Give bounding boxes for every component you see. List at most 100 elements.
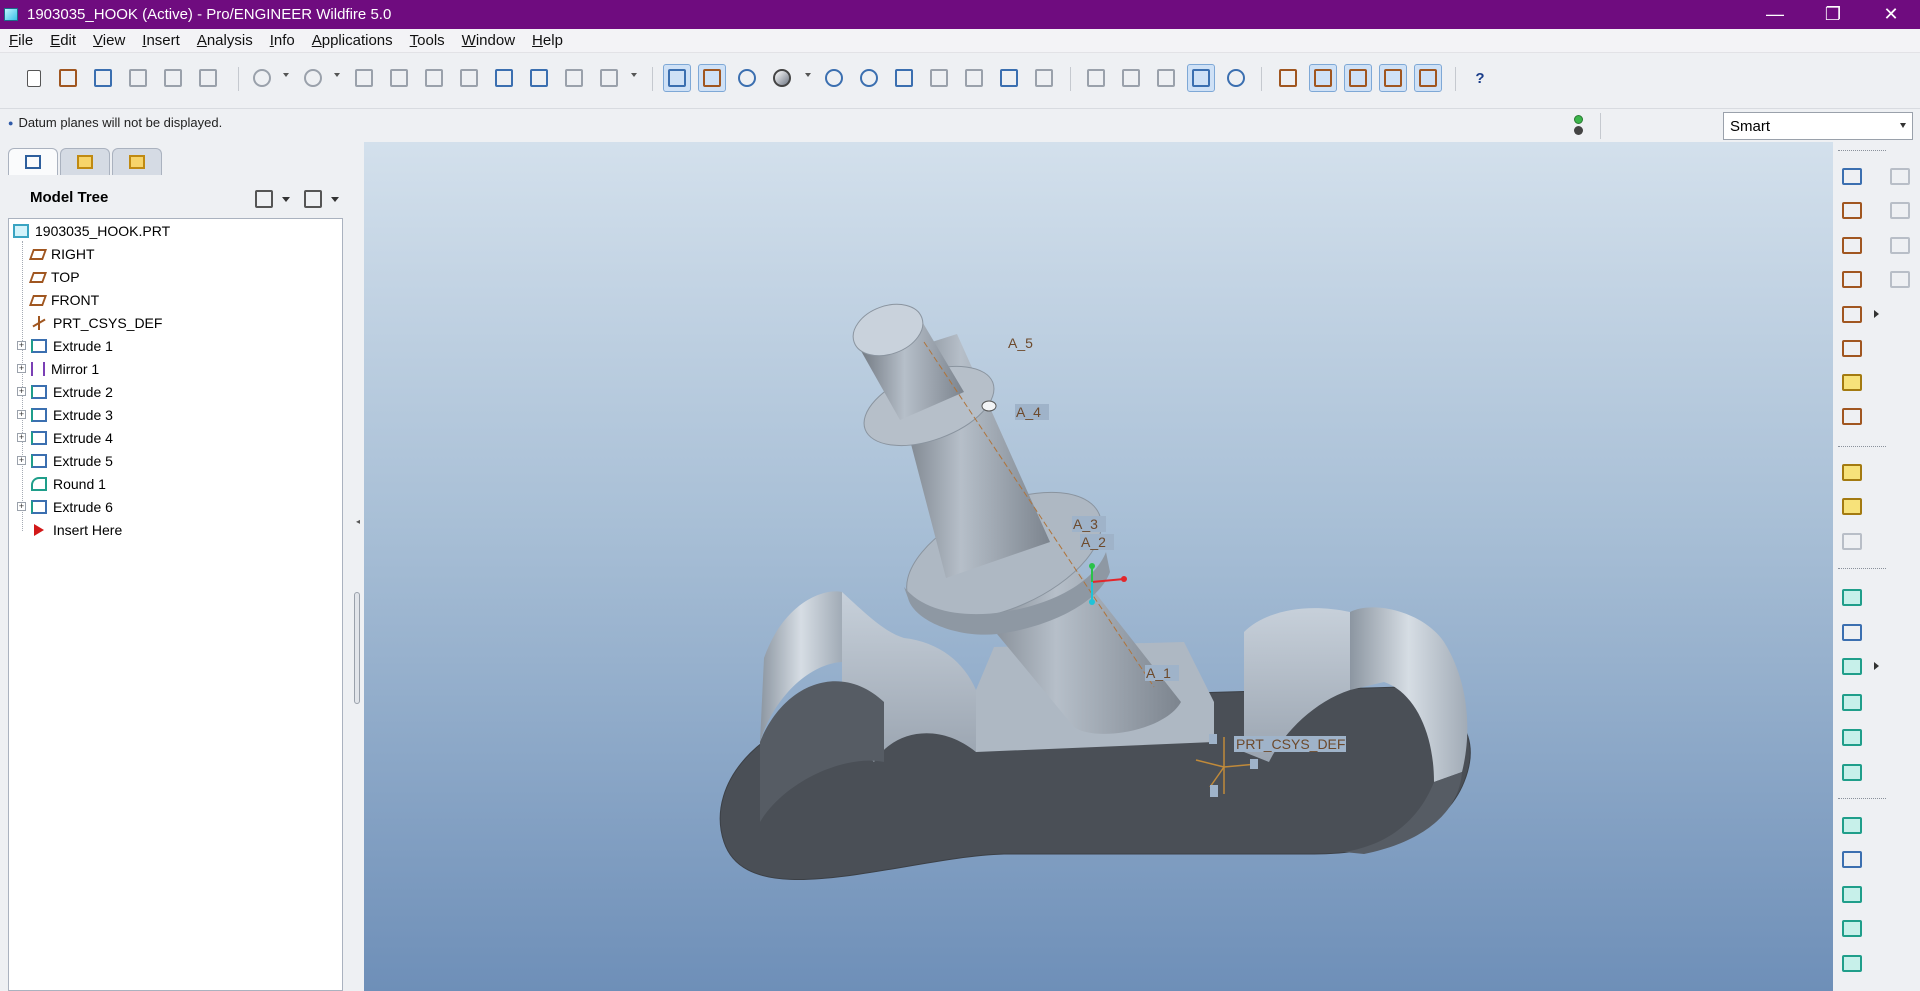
shrinkwrap-button[interactable]	[1838, 402, 1866, 430]
menu-analysis[interactable]: Analysis	[188, 32, 261, 49]
tree-item[interactable]: + Extrude 5	[17, 450, 113, 472]
tree-item[interactable]: Insert Here	[31, 519, 122, 541]
shell-tool-button[interactable]	[1838, 618, 1866, 646]
tree-item[interactable]: FRONT	[28, 289, 99, 311]
tree-settings-button[interactable]	[255, 190, 273, 208]
tree-show-dropdown-icon[interactable]	[331, 197, 339, 202]
panel-splitter[interactable]: ◂	[352, 142, 364, 991]
no-hidden-button[interactable]	[1152, 64, 1180, 92]
regenerate-button[interactable]	[490, 64, 518, 92]
saved-views-button[interactable]	[960, 64, 988, 92]
find-button[interactable]	[560, 64, 588, 92]
menu-edit[interactable]: Edit	[41, 32, 84, 49]
display-style-dropdown-icon[interactable]	[805, 73, 811, 77]
selection-filter-dropdown[interactable]: Smart	[1723, 112, 1913, 140]
zoom-out-button[interactable]	[855, 64, 883, 92]
collapse-handle-icon[interactable]: ◂	[356, 517, 360, 526]
tree-item[interactable]: Round 1	[31, 473, 106, 495]
tree-item[interactable]: + Extrude 1	[17, 335, 113, 357]
splitter-grip[interactable]	[354, 592, 360, 704]
datum-points-toggle[interactable]	[1344, 64, 1372, 92]
copy-geom-button[interactable]	[1838, 492, 1866, 520]
rib-tool-button[interactable]	[1838, 652, 1866, 680]
close-button[interactable]: ✕	[1862, 0, 1920, 29]
hole-tool-button[interactable]	[1838, 583, 1866, 611]
datum-point-button[interactable]	[1838, 300, 1866, 328]
menu-applications[interactable]: Applications	[303, 32, 401, 49]
rib-flyout-icon[interactable]	[1874, 662, 1879, 670]
zoom-in-button[interactable]	[820, 64, 848, 92]
minimize-button[interactable]: —	[1746, 0, 1804, 29]
view-manager-button[interactable]	[1030, 64, 1058, 92]
csys-label[interactable]: PRT_CSYS_DEF	[1236, 736, 1345, 752]
copy-button[interactable]	[385, 64, 413, 92]
paste-special-button[interactable]	[455, 64, 483, 92]
datum-plane-button[interactable]	[1838, 196, 1866, 224]
menu-tools[interactable]: Tools	[401, 32, 453, 49]
restore-button[interactable]: ❐	[1804, 0, 1862, 29]
round-tool-button[interactable]	[1838, 723, 1866, 751]
tree-root-item[interactable]: 1903035_HOOK.PRT	[13, 220, 170, 242]
csys-tool-button[interactable]	[1838, 334, 1866, 362]
menu-window[interactable]: Window	[453, 32, 523, 49]
style-tool-button[interactable]	[1838, 949, 1866, 977]
shading-button[interactable]	[1187, 64, 1215, 92]
tree-item[interactable]: PRT_CSYS_DEF	[31, 312, 162, 334]
menu-help[interactable]: Help	[523, 32, 571, 49]
tree-item[interactable]: + Extrude 4	[17, 427, 113, 449]
axis-label-a1[interactable]: A_1	[1146, 665, 1171, 681]
sweep-blend-button[interactable]	[1838, 880, 1866, 908]
print-button[interactable]	[124, 64, 152, 92]
tree-item[interactable]: TOP	[28, 266, 80, 288]
send-mail-button[interactable]	[159, 64, 187, 92]
datum-curve-button[interactable]	[1838, 265, 1866, 293]
undo-button[interactable]	[248, 64, 276, 92]
graphics-window[interactable]: A_5 A_4 A_3 A_2 A_1 PRT_CSYS_DEF	[364, 142, 1833, 991]
expand-toggle-icon[interactable]: +	[17, 387, 26, 396]
tree-show-button[interactable]	[304, 190, 322, 208]
revolve-tool-button[interactable]	[1838, 845, 1866, 873]
datum-axis-button[interactable]	[1838, 231, 1866, 259]
context-help-button[interactable]: ?	[1466, 64, 1494, 92]
boundary-blend-button[interactable]	[1838, 914, 1866, 942]
tree-item[interactable]: RIGHT	[28, 243, 95, 265]
csys-toggle[interactable]	[1379, 64, 1407, 92]
extrude-tool-button[interactable]	[1838, 811, 1866, 839]
tree-item[interactable]: + Extrude 3	[17, 404, 113, 426]
tree-item[interactable]: + Extrude 2	[17, 381, 113, 403]
regen-manager-button[interactable]	[525, 64, 553, 92]
tree-item[interactable]: + Extrude 6	[17, 496, 113, 518]
axis-label-a2[interactable]: A_2	[1081, 534, 1106, 550]
repaint-button[interactable]	[663, 64, 691, 92]
save-button[interactable]	[89, 64, 117, 92]
expand-toggle-icon[interactable]: +	[17, 364, 26, 373]
tab-model-tree[interactable]	[8, 148, 58, 175]
expand-toggle-icon[interactable]: +	[17, 410, 26, 419]
orient-mode-button[interactable]	[733, 64, 761, 92]
expand-toggle-icon[interactable]: +	[17, 341, 26, 350]
axis-label-a4[interactable]: A_4	[1016, 404, 1041, 420]
paste-button[interactable]	[420, 64, 448, 92]
expand-toggle-icon[interactable]: +	[17, 502, 26, 511]
refit-button[interactable]	[890, 64, 918, 92]
open-button[interactable]	[54, 64, 82, 92]
draft-tool-button[interactable]	[1838, 688, 1866, 716]
expand-toggle-icon[interactable]: +	[17, 456, 26, 465]
new-file-button[interactable]	[20, 64, 48, 92]
display-style-button[interactable]	[768, 64, 796, 92]
select-dropdown-icon[interactable]	[631, 73, 637, 77]
redo-button[interactable]	[299, 64, 327, 92]
cut-button[interactable]	[350, 64, 378, 92]
wireframe-button[interactable]	[1082, 64, 1110, 92]
menu-insert[interactable]: Insert	[133, 32, 188, 49]
reorient-button[interactable]	[925, 64, 953, 92]
tree-item[interactable]: + Mirror 1	[17, 358, 99, 380]
chamfer-tool-button[interactable]	[1838, 758, 1866, 786]
menu-view[interactable]: View	[84, 32, 133, 49]
menu-file[interactable]: File	[0, 32, 41, 49]
tree-settings-dropdown-icon[interactable]	[282, 197, 290, 202]
datum-axes-toggle[interactable]	[1309, 64, 1337, 92]
layers-button[interactable]	[995, 64, 1023, 92]
select-box-button[interactable]	[595, 64, 623, 92]
hidden-line-button[interactable]	[1117, 64, 1145, 92]
